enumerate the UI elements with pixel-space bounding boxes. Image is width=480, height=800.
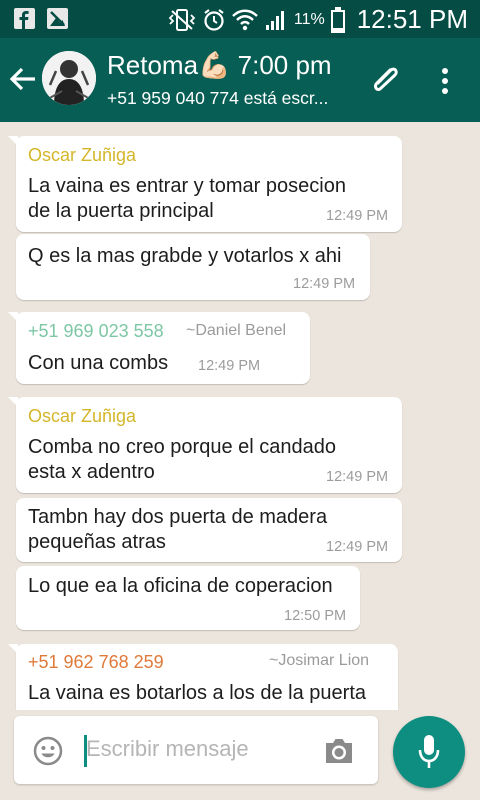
mic-button[interactable] [393,716,465,788]
message-text: La vaina es entrar y tomar posecion [28,175,346,197]
message-text: esta x adentro [28,461,155,483]
message-input[interactable]: Escribir mensaje [86,736,249,762]
status-time: 12:51 PM [356,4,468,34]
message-bubble[interactable]: Oscar Zuñiga Comba no creo porque el can… [8,397,402,493]
message-bubble[interactable]: Lo que ea la oficina de coperacion 12:50… [16,566,360,630]
chat-status: +51 959 040 774 está escr... [107,88,329,108]
wifi-icon [232,9,258,30]
message-bubble[interactable]: +51 969 023 558 ~Daniel Benel Con una co… [8,312,310,384]
status-bar: 11% 12:51 PM [0,0,480,38]
message-text: Q es la mas grabde y votarlos x ahi [28,245,342,267]
camera-icon[interactable] [323,737,355,765]
chat-title[interactable]: Retoma💪🏻 7:00 pm [107,50,332,81]
message-bubble[interactable]: Q es la mas grabde y votarlos x ahi 12:4… [16,234,370,300]
message-text: Lo que ea la oficina de coperacion [28,575,333,597]
message-time: 12:50 PM [284,608,347,624]
message-time: 12:49 PM [326,539,389,555]
message-bubble[interactable]: Tambn hay dos puerta de madera pequeñas … [16,498,402,562]
message-composer: Escribir mensaje [14,716,378,784]
signal-icon [265,10,284,30]
message-text: Comba no creo porque el candado [28,436,336,458]
battery-percent: 11% [293,10,325,28]
mic-icon [418,735,440,768]
image-notification-icon [47,8,68,29]
alarm-icon [204,8,224,31]
back-arrow-icon[interactable] [9,66,37,92]
vibrate-icon [168,8,196,31]
message-text: pequeñas atras [28,531,166,553]
message-bubble[interactable]: Oscar Zuñiga La vaina es entrar y tomar … [8,136,402,232]
message-sender: +51 969 023 558 [28,321,164,341]
battery-icon [330,6,345,33]
message-time: 12:49 PM [326,469,389,485]
sender-profile-name: ~Josimar Lion [269,652,370,669]
message-text: Tambn hay dos puerta de madera [28,506,328,528]
sender-profile-name: ~Daniel Benel [186,322,287,339]
message-text: Con una combs [28,352,169,374]
message-time: 12:49 PM [198,358,261,374]
message-sender: +51 962 768 259 [28,652,164,672]
group-avatar[interactable] [42,51,96,105]
message-text: La vaina es botarlos a los de la puerta [28,682,366,704]
message-list[interactable]: Oscar Zuñiga La vaina es entrar y tomar … [0,122,480,710]
emoji-icon[interactable] [33,736,63,766]
message-time: 12:49 PM [326,208,389,224]
paperclip-icon[interactable] [368,64,404,96]
more-vert-icon[interactable] [440,67,450,95]
facebook-icon [14,8,35,29]
message-bubble[interactable]: +51 962 768 259 ~Josimar Lion La vaina e… [8,644,398,710]
chat-header: Retoma💪🏻 7:00 pm +51 959 040 774 está es… [0,38,480,122]
message-text: de la puerta principal [28,200,214,222]
message-sender: Oscar Zuñiga [28,145,137,165]
message-time: 12:49 PM [293,276,356,292]
message-sender: Oscar Zuñiga [28,406,137,426]
